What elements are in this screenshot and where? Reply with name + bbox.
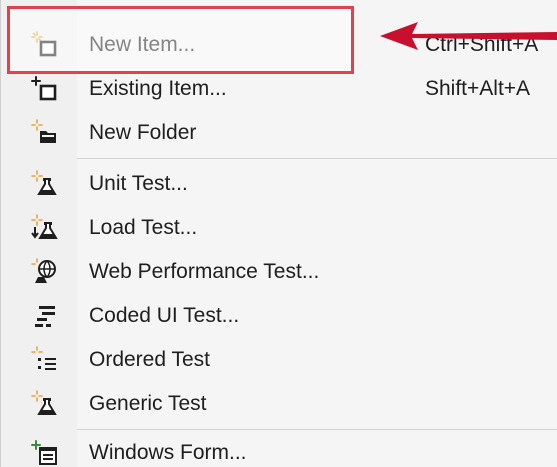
windows-form-icon xyxy=(31,440,57,465)
menu-item-new-folder[interactable]: New Folder xyxy=(1,112,557,154)
menu-item-label: Ordered Test xyxy=(89,348,211,371)
menu-item-generic-test[interactable]: Generic Test xyxy=(1,383,557,425)
menu-item-windows-form[interactable]: Windows Form... xyxy=(1,432,557,467)
menu-item-label: Unit Test... xyxy=(89,172,188,195)
menu-separator xyxy=(77,158,557,159)
coded-ui-test-icon xyxy=(35,306,55,327)
menu-separator xyxy=(77,429,557,430)
menu-item-label: Generic Test xyxy=(89,392,207,415)
generic-test-icon xyxy=(31,390,57,415)
menu-item-existing-item[interactable]: Existing Item... Shift+Alt+A xyxy=(1,68,557,110)
menu-item-label: Windows Form... xyxy=(89,441,247,464)
highlight-box xyxy=(7,6,354,74)
menu-item-unit-test[interactable]: Unit Test... xyxy=(1,163,557,205)
ordered-test-icon xyxy=(31,346,56,370)
menu-item-label: Existing Item... xyxy=(89,77,227,100)
menu-item-coded-ui-test[interactable]: Coded UI Test... xyxy=(1,295,557,337)
menu-item-shortcut: Shift+Alt+A xyxy=(425,77,531,100)
load-test-icon xyxy=(31,214,58,239)
arrow-annotation-icon xyxy=(380,22,557,50)
new-folder-icon xyxy=(31,119,56,143)
menu-item-load-test[interactable]: Load Test... xyxy=(1,207,557,249)
menu-item-label: Web Performance Test... xyxy=(89,260,320,283)
menu-item-web-performance-test[interactable]: Web Performance Test... xyxy=(1,251,557,293)
menu-item-label: Coded UI Test... xyxy=(89,304,240,327)
existing-item-icon xyxy=(31,76,57,101)
unit-test-icon xyxy=(31,170,57,195)
menu-item-label: New Folder xyxy=(89,121,197,144)
menu-item-ordered-test[interactable]: Ordered Test xyxy=(1,339,557,381)
menu-item-label: Load Test... xyxy=(89,216,198,239)
web-performance-test-icon xyxy=(31,258,56,283)
